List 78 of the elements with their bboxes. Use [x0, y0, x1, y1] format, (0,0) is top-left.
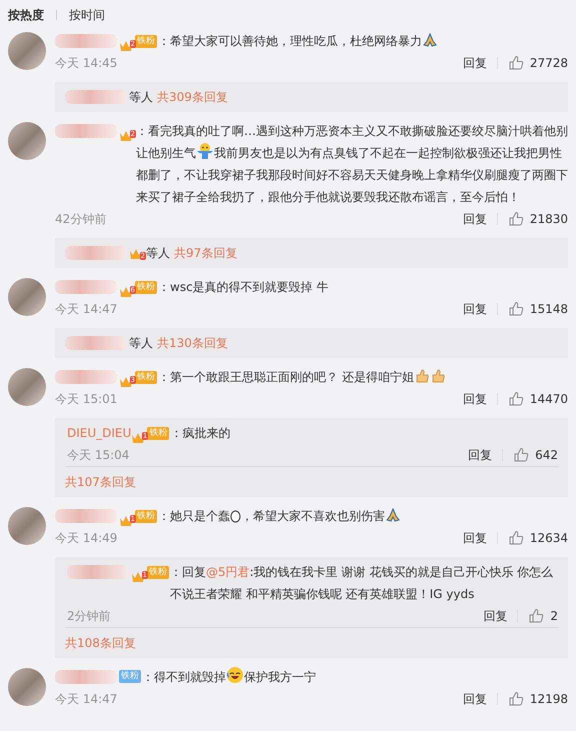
thumbs-up-icon	[508, 391, 524, 407]
like-button[interactable]	[508, 55, 524, 71]
fan-badge: 铁粉	[135, 280, 157, 294]
comment-text: ：wsc是真的得不到就要毁掉 牛	[158, 279, 330, 296]
replier-suffix: 等人	[146, 244, 170, 262]
comment-text: ：希望大家可以善待她，理性吃瓜，杜绝网络暴力	[158, 30, 568, 52]
like-button[interactable]	[508, 211, 524, 227]
reply-button[interactable]: 回复	[468, 446, 492, 464]
fan-badge: 铁粉	[135, 510, 157, 522]
crown-icon	[131, 571, 145, 583]
comment-time: 2分钟前	[67, 608, 112, 624]
comment-text: ：疯批来的	[170, 425, 232, 442]
avatar-placeholder[interactable]	[8, 122, 46, 160]
thumbs-up-icon	[508, 691, 524, 707]
comment-text: ：第一个敢跟王思聪正面刚的吧？ 还是得咱宁姐	[158, 366, 568, 388]
like-button[interactable]	[508, 530, 524, 546]
comment-time: 今天 15:04	[67, 446, 130, 464]
egg-icon	[230, 508, 241, 523]
comment-time: 今天 14:47	[55, 690, 118, 708]
comment-text: ：她只是个蠢 ，希望大家不喜欢也别伤害	[158, 505, 568, 527]
thumbs-up-icon	[508, 55, 524, 71]
comment-time: 今天 15:01	[55, 390, 118, 408]
comment-text: ：看完我真的吐了啊…遇到这种万恶资本主义又不敢撕破脸还要绞尽脑汁哄着他别让他别生气 我前男友也是以为有点臭钱了不起在一起控制欲极强还让我把男性都删了，不让我穿裙子我那段时间好不容易天天健身晚上拿精华仪刷腿瘦了两圈下来买了裙子全给我扔了，跟他分手他就说要毁我还散布谣言，至今后怕！	[136, 123, 568, 206]
thumbs-up-icon	[513, 447, 530, 463]
reply-button[interactable]: 回复	[483, 608, 508, 624]
like-count: 27728	[530, 56, 568, 70]
comment-time: 今天 14:47	[55, 300, 118, 318]
shrug-emoji-icon	[196, 142, 214, 160]
fan-badge: 铁粉	[119, 670, 141, 683]
comment-text: ：得不到就毁掉 保护我方一宁	[142, 666, 568, 688]
like-button[interactable]	[508, 301, 524, 317]
like-button[interactable]	[513, 447, 530, 463]
avatar-placeholder[interactable]	[8, 368, 46, 406]
like-count: 14470	[530, 392, 568, 406]
thumbs-up-emoji-icon	[430, 368, 446, 384]
thumbs-up-icon	[508, 530, 524, 546]
reply-button[interactable]: 回复	[462, 210, 487, 228]
crown-icon	[119, 40, 133, 52]
sort-tab[interactable]: 按时间	[69, 6, 105, 24]
replier-suffix: 等人	[129, 88, 153, 106]
like-button[interactable]	[528, 608, 544, 624]
crown-icon	[119, 130, 133, 142]
replier-suffix: 等人	[129, 334, 153, 352]
like-button[interactable]	[508, 391, 524, 407]
fan-badge: 铁粉	[135, 34, 157, 48]
like-count: 21830	[530, 212, 568, 226]
comment-time: 今天 14:45	[55, 54, 118, 72]
avatar-placeholder[interactable]	[8, 668, 46, 706]
sort-tab[interactable]: 按热度	[8, 6, 44, 24]
fan-badge: 铁粉	[135, 370, 157, 384]
like-count: 642	[535, 448, 558, 462]
like-count: 12198	[530, 692, 568, 706]
avatar-placeholder[interactable]	[8, 507, 46, 545]
thumbs-up-icon	[508, 211, 524, 227]
avatar-placeholder[interactable]	[8, 278, 46, 316]
crown-icon	[131, 432, 146, 444]
reply-button[interactable]: 回复	[462, 300, 487, 318]
reply-button[interactable]: 回复	[462, 390, 487, 408]
reply-button[interactable]: 回复	[462, 690, 487, 708]
crown-icon	[119, 376, 133, 388]
crown-icon	[119, 515, 133, 527]
like-count: 15148	[530, 302, 568, 316]
like-count: 2	[550, 609, 558, 623]
comment-time: 今天 14:49	[55, 530, 118, 546]
reply-button[interactable]: 回复	[462, 54, 487, 72]
like-count: 12634	[530, 531, 568, 545]
laughing-emoji-icon	[226, 666, 244, 684]
avatar-placeholder[interactable]	[8, 32, 46, 70]
crown-icon	[119, 286, 133, 298]
thumbs-up-icon	[528, 608, 544, 624]
reply-button[interactable]: 回复	[462, 530, 487, 546]
comment-time: 42分钟前	[55, 210, 108, 228]
fan-badge: 铁粉	[147, 566, 169, 578]
fan-badge: 铁粉	[147, 426, 170, 440]
comment-text: ：回复@5円君:我的钱在我卡里 谢谢 花钱买的就是自己开心快乐 你怎么不说王者荣耀 和平精英骗你钱呢 还有英雄联盟！IG yyds	[170, 564, 554, 603]
thumbs-up-emoji-icon	[414, 368, 430, 384]
thumbs-up-icon	[508, 301, 524, 317]
like-button[interactable]	[508, 691, 524, 707]
